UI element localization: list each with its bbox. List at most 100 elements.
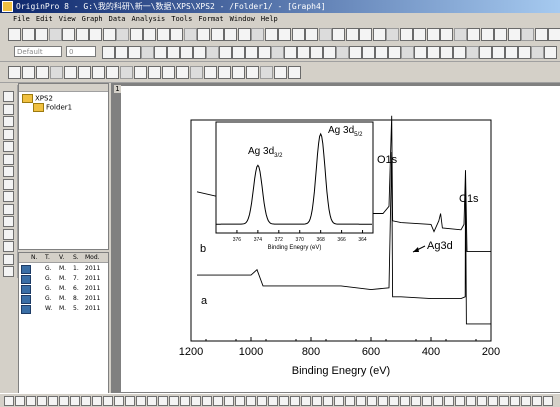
column-header[interactable]: S. bbox=[73, 254, 79, 261]
bottom-tool-button[interactable] bbox=[422, 396, 432, 406]
bottom-tool-button[interactable] bbox=[246, 396, 256, 406]
bottom-tool-button[interactable] bbox=[521, 396, 531, 406]
graph-tool-button[interactable] bbox=[64, 66, 77, 79]
toolbar-button[interactable] bbox=[49, 28, 62, 41]
toolbar-button[interactable] bbox=[373, 28, 386, 41]
bottom-tool-button[interactable] bbox=[136, 396, 146, 406]
toolbar-button[interactable] bbox=[184, 28, 197, 41]
graph-tool-button[interactable] bbox=[288, 66, 301, 79]
toolbar-button[interactable] bbox=[521, 28, 534, 41]
toolbar-button[interactable] bbox=[238, 28, 251, 41]
format-button[interactable] bbox=[102, 46, 115, 59]
graph-tool-button[interactable] bbox=[134, 66, 147, 79]
bottom-tool-button[interactable] bbox=[213, 396, 223, 406]
bottom-tool-button[interactable] bbox=[224, 396, 234, 406]
graph-tool-button[interactable] bbox=[78, 66, 91, 79]
format-button[interactable] bbox=[492, 46, 505, 59]
graph-tool-button[interactable] bbox=[92, 66, 105, 79]
bottom-tool-button[interactable] bbox=[411, 396, 421, 406]
tool-button[interactable] bbox=[3, 116, 14, 127]
file-list-row[interactable]: G. M. 8. 2011 bbox=[19, 295, 108, 304]
graph-tool-button[interactable] bbox=[190, 66, 203, 79]
format-button[interactable] bbox=[141, 46, 154, 59]
bottom-tool-button[interactable] bbox=[180, 396, 190, 406]
toolbar-button[interactable] bbox=[481, 28, 494, 41]
format-button[interactable] bbox=[180, 46, 193, 59]
bottom-tool-button[interactable] bbox=[279, 396, 289, 406]
tool-button[interactable] bbox=[3, 141, 14, 152]
menu-window[interactable]: Window bbox=[227, 13, 258, 25]
bottom-tool-button[interactable] bbox=[37, 396, 47, 406]
toolbar-button[interactable] bbox=[76, 28, 89, 41]
bottom-tool-button[interactable] bbox=[158, 396, 168, 406]
bottom-tool-button[interactable] bbox=[48, 396, 58, 406]
bottom-tool-button[interactable] bbox=[92, 396, 102, 406]
toolbar-button[interactable] bbox=[332, 28, 345, 41]
graph-tool-button[interactable] bbox=[204, 66, 217, 79]
format-button[interactable] bbox=[336, 46, 349, 59]
toolbar-button[interactable] bbox=[89, 28, 102, 41]
toolbar-button[interactable] bbox=[494, 28, 507, 41]
toolbar-button[interactable] bbox=[359, 28, 372, 41]
format-button[interactable] bbox=[258, 46, 271, 59]
toolbar-button[interactable] bbox=[103, 28, 116, 41]
bottom-tool-button[interactable] bbox=[378, 396, 388, 406]
format-button[interactable] bbox=[115, 46, 128, 59]
bottom-tool-button[interactable] bbox=[477, 396, 487, 406]
toolbar-button[interactable] bbox=[211, 28, 224, 41]
toolbar-button[interactable] bbox=[440, 28, 453, 41]
bottom-tool-button[interactable] bbox=[235, 396, 245, 406]
bottom-tool-button[interactable] bbox=[488, 396, 498, 406]
format-button[interactable] bbox=[479, 46, 492, 59]
font-size-combo[interactable]: 0 bbox=[66, 46, 96, 57]
toolbar-button[interactable] bbox=[535, 28, 548, 41]
toolbar-button[interactable] bbox=[197, 28, 210, 41]
toolbar-button[interactable] bbox=[548, 28, 560, 41]
bottom-tool-button[interactable] bbox=[323, 396, 333, 406]
menu-data[interactable]: Data bbox=[106, 13, 129, 25]
tool-button[interactable] bbox=[3, 228, 14, 240]
menu-format[interactable]: Format bbox=[195, 13, 226, 25]
format-button[interactable] bbox=[349, 46, 362, 59]
tool-button[interactable] bbox=[3, 103, 14, 115]
toolbar-button[interactable] bbox=[35, 28, 48, 41]
graph-tool-button[interactable] bbox=[176, 66, 189, 79]
bottom-tool-button[interactable] bbox=[191, 396, 201, 406]
column-header[interactable]: Mod. bbox=[85, 254, 100, 261]
graph-tool-button[interactable] bbox=[106, 66, 119, 79]
toolbar-button[interactable] bbox=[386, 28, 399, 41]
bottom-tool-button[interactable] bbox=[367, 396, 377, 406]
graph-tool-button[interactable] bbox=[22, 66, 35, 79]
toolbar-button[interactable] bbox=[292, 28, 305, 41]
menu-analysis[interactable]: Analysis bbox=[129, 13, 169, 25]
tool-button[interactable] bbox=[3, 216, 14, 227]
toolbar-button[interactable] bbox=[22, 28, 35, 41]
bottom-tool-button[interactable] bbox=[81, 396, 91, 406]
toolbar-button[interactable] bbox=[508, 28, 521, 41]
format-button[interactable] bbox=[466, 46, 479, 59]
tool-button[interactable] bbox=[3, 191, 14, 202]
toolbar-button[interactable] bbox=[116, 28, 129, 41]
toolbar-button[interactable] bbox=[157, 28, 170, 41]
format-button[interactable] bbox=[453, 46, 466, 59]
tool-button[interactable] bbox=[3, 166, 14, 177]
graph-tool-button[interactable] bbox=[246, 66, 259, 79]
bottom-tool-button[interactable] bbox=[444, 396, 454, 406]
bottom-tool-button[interactable] bbox=[543, 396, 553, 406]
format-button[interactable] bbox=[167, 46, 180, 59]
format-button[interactable] bbox=[505, 46, 518, 59]
format-button[interactable] bbox=[245, 46, 258, 59]
bottom-tool-button[interactable] bbox=[257, 396, 267, 406]
file-list-row[interactable]: G. M. 6. 2011 bbox=[19, 285, 108, 294]
toolbar-button[interactable] bbox=[400, 28, 413, 41]
bottom-tool-button[interactable] bbox=[455, 396, 465, 406]
format-button[interactable] bbox=[284, 46, 297, 59]
graph-tool-button[interactable] bbox=[8, 66, 21, 79]
toolbar-button[interactable] bbox=[251, 28, 264, 41]
format-button[interactable] bbox=[518, 46, 531, 59]
bottom-tool-button[interactable] bbox=[4, 396, 14, 406]
bottom-tool-button[interactable] bbox=[290, 396, 300, 406]
format-button[interactable] bbox=[219, 46, 232, 59]
tool-button[interactable] bbox=[3, 266, 14, 277]
menu-help[interactable]: Help bbox=[258, 13, 281, 25]
